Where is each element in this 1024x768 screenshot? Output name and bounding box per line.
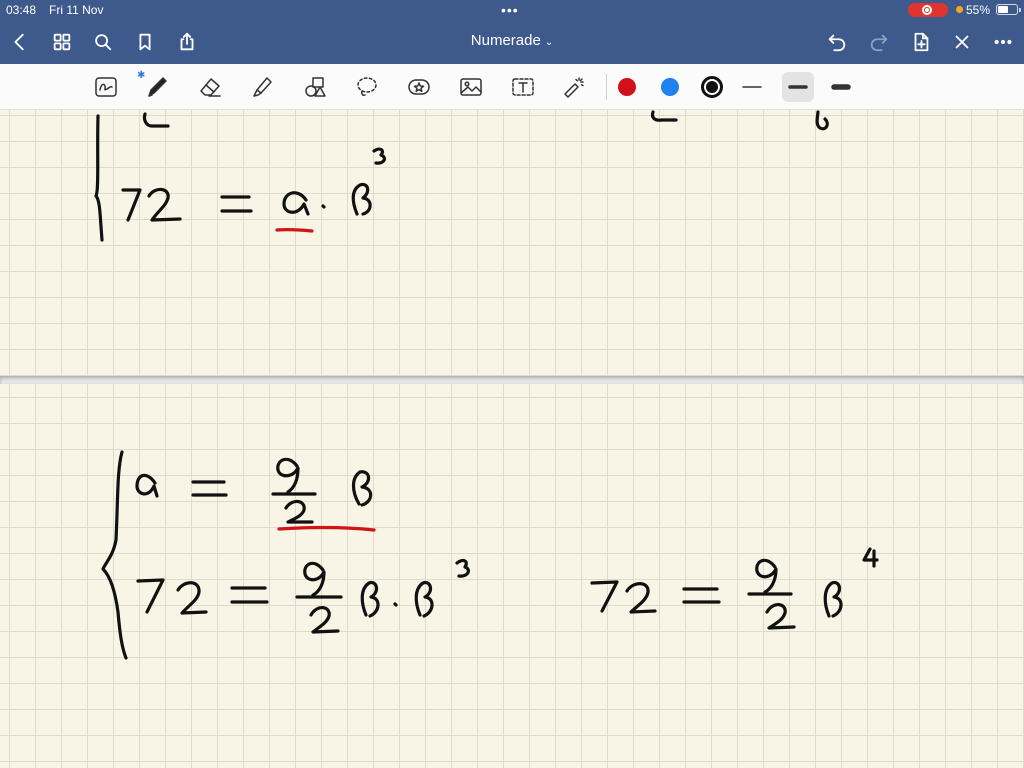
redo-icon[interactable] <box>865 28 893 56</box>
image-icon[interactable] <box>455 72 487 102</box>
nav-bar: Numerade ⌄ <box>0 20 1024 64</box>
sticker-icon[interactable] <box>403 72 435 102</box>
more-icon[interactable] <box>989 28 1017 56</box>
drawing-toolbar <box>0 64 1024 110</box>
color-red-swatch[interactable] <box>618 78 636 96</box>
color-blue-swatch[interactable] <box>661 78 679 96</box>
chevron-down-icon: ⌄ <box>544 37 554 48</box>
bookmark-icon[interactable] <box>131 28 159 56</box>
color-black-swatch[interactable] <box>701 76 723 98</box>
bluetooth-icon: ✱ <box>137 70 146 81</box>
multitask-dots-icon[interactable]: ••• <box>501 2 519 18</box>
stroke-thick-icon[interactable] <box>825 72 857 102</box>
battery-icon <box>996 4 1021 15</box>
page-separator <box>0 376 1024 384</box>
search-icon[interactable] <box>89 28 117 56</box>
eraser-icon[interactable] <box>194 72 226 102</box>
battery-percent: 55% <box>966 3 991 17</box>
grid-icon[interactable] <box>48 28 76 56</box>
charging-indicator-icon <box>956 6 963 13</box>
highlighter-icon[interactable] <box>246 72 278 102</box>
lasso-read-icon[interactable] <box>90 72 122 102</box>
note-page-1[interactable] <box>0 110 1024 376</box>
stroke-medium-icon[interactable] <box>782 72 814 102</box>
stroke-thin-icon[interactable] <box>736 72 768 102</box>
add-page-icon[interactable] <box>907 28 935 56</box>
laser-icon[interactable] <box>558 72 590 102</box>
note-page-2[interactable] <box>0 384 1024 768</box>
status-time: 03:48 <box>6 3 37 17</box>
lasso-icon[interactable] <box>351 72 383 102</box>
document-title-label: Numerade <box>470 32 541 49</box>
close-icon[interactable] <box>948 28 976 56</box>
screen-recording-icon[interactable] <box>908 3 948 17</box>
status-date: Fri 11 Nov <box>49 3 104 17</box>
back-icon[interactable] <box>6 28 34 56</box>
document-title[interactable]: Numerade ⌄ <box>440 32 584 49</box>
status-bar: 03:48 Fri 11 Nov ••• 55% <box>0 0 1024 20</box>
pen-icon[interactable] <box>141 72 173 102</box>
text-icon[interactable] <box>507 72 539 102</box>
undo-icon[interactable] <box>823 28 851 56</box>
toolbar-divider <box>606 74 607 100</box>
share-icon[interactable] <box>173 28 201 56</box>
shapes-icon[interactable] <box>299 72 331 102</box>
